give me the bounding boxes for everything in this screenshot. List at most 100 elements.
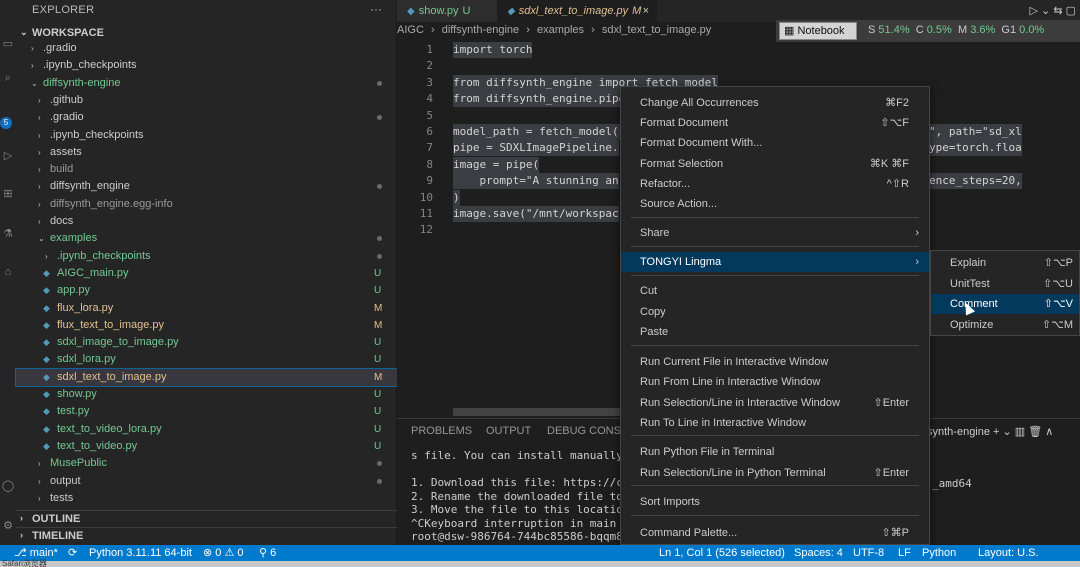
- tree-item[interactable]: ◆ sdxl_text_to_image.py M: [15, 367, 398, 387]
- tab-output[interactable]: OUTPUT: [486, 425, 531, 437]
- tree-item[interactable]: ◆ sdxl_lora.py U: [16, 351, 397, 368]
- menu-item[interactable]: Command Palette... ⇧⌘P: [621, 523, 929, 543]
- minimap[interactable]: [1032, 42, 1080, 408]
- run-debug-icon[interactable]: ▷: [0, 148, 16, 164]
- menu-item[interactable]: Run Python File in Terminal: [621, 442, 929, 462]
- menu-item[interactable]: Share ›: [621, 223, 929, 243]
- menu-item[interactable]: Run From Line in Interactive Window: [621, 372, 929, 392]
- menu-item[interactable]: Refactor... ^⇧R: [621, 174, 929, 194]
- outline-section-header[interactable]: › OUTLINE: [16, 510, 397, 527]
- files-icon[interactable]: ▭: [0, 36, 16, 52]
- language-mode[interactable]: Python: [922, 545, 956, 561]
- git-status: M: [374, 302, 383, 314]
- notebook-button[interactable]: ▦ Notebook: [779, 22, 857, 40]
- python-interpreter[interactable]: Python 3.11.11 64-bit: [89, 545, 192, 561]
- ports-count: 6: [270, 547, 277, 559]
- tree-item[interactable]: › output: [16, 473, 397, 490]
- tree-item[interactable]: › .ipynb_checkpoints: [16, 127, 397, 144]
- tree-item[interactable]: › assets: [16, 144, 397, 161]
- menu-shortcut: ⇧⌥F: [880, 117, 909, 129]
- submenu-shortcut: ⇧⌥M: [1041, 318, 1073, 331]
- tree-item[interactable]: ⌄ examples: [16, 230, 397, 247]
- search-icon[interactable]: ⌕: [0, 70, 16, 86]
- tree-item[interactable]: ◆ text_to_video_lora.py U: [16, 421, 397, 438]
- tree-item[interactable]: › .ipynb_checkpoints: [16, 57, 397, 74]
- menu-item-label: Run From Line in Interactive Window: [640, 376, 821, 388]
- tab-debug-console[interactable]: DEBUG CONSO: [547, 425, 630, 437]
- tree-item[interactable]: ◆ test.py U: [16, 403, 397, 420]
- tree-item-label: sdxl_image_to_image.py: [57, 336, 179, 349]
- menu-item[interactable]: Cut: [621, 281, 929, 301]
- tree-item[interactable]: ◆ show.py U: [16, 386, 397, 403]
- tree-item[interactable]: ⌄ diffsynth-engine: [16, 75, 397, 92]
- breadcrumb-item[interactable]: examples: [537, 24, 584, 36]
- tree-item[interactable]: › .ipynb_checkpoints: [16, 248, 397, 265]
- tree-item[interactable]: ◆ flux_text_to_image.py M: [16, 317, 397, 334]
- ports-status[interactable]: ⚲ 6: [259, 545, 276, 561]
- tree-item[interactable]: ◆ flux_lora.py M: [16, 300, 397, 317]
- menu-item[interactable]: TONGYI Lingma ›: [621, 252, 929, 272]
- tree-item[interactable]: ◆ sdxl_image_to_image.py U: [16, 334, 397, 351]
- cursor-position[interactable]: Ln 1, Col 1 (526 selected): [659, 545, 785, 561]
- gear-icon[interactable]: ⚙: [0, 518, 16, 534]
- tree-item[interactable]: ◆ app.py U: [16, 282, 397, 299]
- timeline-section-header[interactable]: › TIMELINE: [16, 527, 397, 544]
- menu-item[interactable]: Copy: [621, 302, 929, 322]
- python-file-icon: ◆: [43, 337, 50, 348]
- breadcrumb-item[interactable]: AIGC: [397, 24, 424, 36]
- menu-item[interactable]: Change All Occurrences ⌘F2: [621, 93, 929, 113]
- menu-item[interactable]: Paste: [621, 322, 929, 342]
- tree-item[interactable]: ◆ text_to_video.py U: [16, 438, 397, 455]
- tree-item[interactable]: › diffsynth_engine: [16, 178, 397, 195]
- menu-item[interactable]: Run To Line in Interactive Window: [621, 413, 929, 433]
- indentation[interactable]: Spaces: 4: [794, 545, 843, 561]
- remote-icon[interactable]: ⌂: [0, 264, 16, 280]
- submenu-item[interactable]: Optimize ⇧⌥M: [931, 315, 1079, 335]
- accounts-icon[interactable]: ◯: [0, 478, 16, 494]
- submenu-item[interactable]: Comment ⇧⌥V: [931, 294, 1079, 314]
- menu-item[interactable]: Sort Imports: [621, 492, 929, 512]
- breadcrumb-item[interactable]: sdxl_text_to_image.py: [602, 24, 711, 36]
- tree-item[interactable]: › tests: [16, 490, 397, 507]
- menu-item[interactable]: Run Current File in Interactive Window: [621, 352, 929, 372]
- horizontal-scrollbar[interactable]: [453, 408, 643, 416]
- more-actions-icon[interactable]: ···: [370, 2, 382, 16]
- submenu-item[interactable]: UnitTest ⇧⌥U: [931, 274, 1079, 294]
- python-file-icon: ◆: [407, 6, 415, 17]
- menu-item[interactable]: Format Document ⇧⌥F: [621, 113, 929, 133]
- editor-actions[interactable]: ▷ ⌄ ⇆ ▢: [1030, 4, 1076, 17]
- tree-item[interactable]: › docs: [16, 213, 397, 230]
- tree-item[interactable]: ◆ AIGC_main.py U: [16, 265, 397, 282]
- tab-show-py[interactable]: ◆ show.py U: [397, 0, 497, 22]
- tree-item-label: .gradio: [43, 42, 77, 54]
- close-icon[interactable]: ×: [643, 0, 649, 22]
- sync-icon[interactable]: ⟳: [68, 545, 77, 561]
- menu-item[interactable]: Format Selection ⌘K ⌘F: [621, 154, 929, 174]
- chevron-right-icon: ›: [915, 256, 919, 268]
- tree-item[interactable]: › MusePublic: [16, 455, 397, 472]
- tree-item[interactable]: › .gradio: [16, 40, 397, 57]
- tab-sdxl-text-to-image[interactable]: ◆ sdxl_text_to_image.py M ×: [497, 0, 657, 22]
- modified-dot-icon: [377, 80, 382, 86]
- menu-item[interactable]: Run Selection/Line in Interactive Window…: [621, 393, 929, 413]
- tree-item[interactable]: › build: [16, 161, 397, 178]
- problems-status[interactable]: ⊗ 0 ⚠ 0: [203, 545, 244, 561]
- chevron-right-icon: ›: [38, 165, 41, 175]
- tab-problems[interactable]: PROBLEMS: [411, 425, 472, 437]
- tree-item[interactable]: › diffsynth_engine.egg-info: [16, 196, 397, 213]
- source-control-badge[interactable]: 5: [0, 117, 12, 129]
- menu-item[interactable]: Run Selection/Line in Python Terminal ⇧En…: [621, 463, 929, 483]
- menu-item[interactable]: Source Action...: [621, 194, 929, 214]
- tree-item[interactable]: › .github: [16, 92, 397, 109]
- keyboard-layout[interactable]: Layout: U.S.: [978, 545, 1039, 561]
- submenu-item[interactable]: Explain ⇧⌥P: [931, 253, 1079, 273]
- tree-item[interactable]: › .gradio: [16, 109, 397, 126]
- line-number: 4: [426, 92, 433, 106]
- extensions-icon[interactable]: ⊞: [0, 186, 16, 202]
- flask-icon[interactable]: ⚗: [0, 226, 16, 242]
- line-ending[interactable]: LF: [898, 545, 911, 561]
- menu-item[interactable]: Format Document With...: [621, 133, 929, 153]
- terminal-tools[interactable]: synth-engine + ⌄ ▥ 🗑 ∧: [927, 425, 1053, 438]
- breadcrumb-item[interactable]: diffsynth-engine: [442, 24, 519, 36]
- encoding[interactable]: UTF-8: [853, 545, 884, 561]
